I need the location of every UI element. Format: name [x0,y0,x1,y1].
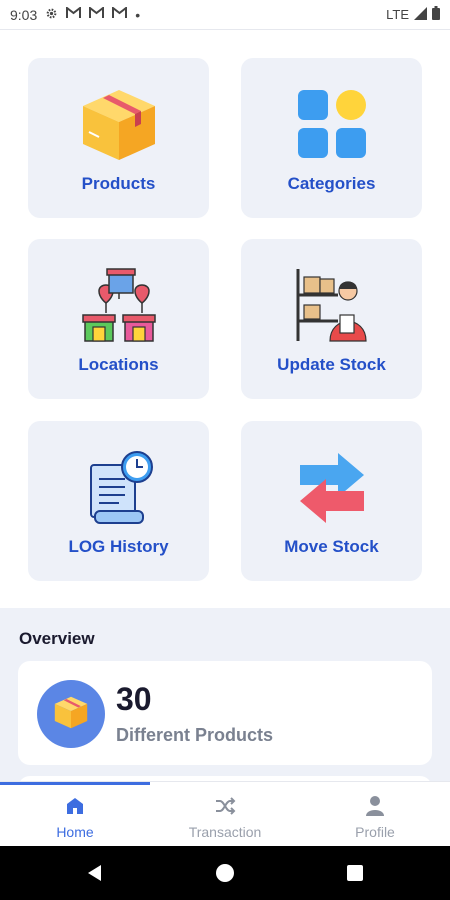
box-icon [79,84,159,164]
recents-icon[interactable] [341,859,369,887]
nav-label: Profile [355,824,395,840]
move-stock-icon [292,447,372,527]
update-stock-icon [292,265,372,345]
shuffle-icon [213,794,237,818]
categories-icon [292,84,372,164]
overview-section: Overview 30 Different Products [0,608,450,796]
overview-card-products[interactable]: 30 Different Products [18,661,432,765]
home-circle-icon[interactable] [211,859,239,887]
overview-description: Different Products [116,725,274,745]
gear-icon [45,7,58,23]
tile-move-stock[interactable]: Move Stock [241,421,422,581]
back-icon[interactable] [81,859,109,887]
system-nav-bar [0,846,450,900]
nav-label: Home [56,824,94,840]
box-icon [53,694,89,735]
tile-label: Locations [78,355,159,374]
tile-label: Update Stock [277,355,386,374]
tile-label: LOG History [68,537,169,556]
nav-item-transaction[interactable]: Transaction [150,782,300,847]
nav-item-home[interactable]: Home [0,782,150,847]
home-icon [63,794,87,818]
tile-products[interactable]: Products [28,58,209,218]
tile-update-stock[interactable]: Update Stock [241,239,422,399]
overview-count: 30 [116,681,152,717]
overview-title: Overview [19,629,95,648]
menu-grid: Products Categories Locations Update Sto… [0,30,450,608]
battery-icon [432,6,440,23]
nav-label: Transaction [188,824,262,840]
tile-locations[interactable]: Locations [28,239,209,399]
network-label: LTE [386,7,409,22]
nav-item-profile[interactable]: Profile [300,782,450,847]
signal-icon [414,6,427,23]
tile-label: Categories [287,174,376,193]
log-history-icon [79,447,159,527]
tile-log-history[interactable]: LOG History [28,421,209,581]
tile-label: Products [81,174,156,193]
status-time: 9:03 [10,6,38,23]
bottom-nav: Home Transaction Profile [0,781,450,847]
gmail-icon [66,5,82,22]
tile-label: Move Stock [284,537,379,556]
notification-dot: • [135,6,141,23]
overview-avatar [37,680,105,748]
gmail-icon [89,5,105,22]
tile-categories[interactable]: Categories [241,58,422,218]
person-icon [363,794,387,818]
status-bar: 9:03 • LTE [0,0,450,30]
locations-icon [79,265,159,345]
gmail-icon [112,5,128,22]
